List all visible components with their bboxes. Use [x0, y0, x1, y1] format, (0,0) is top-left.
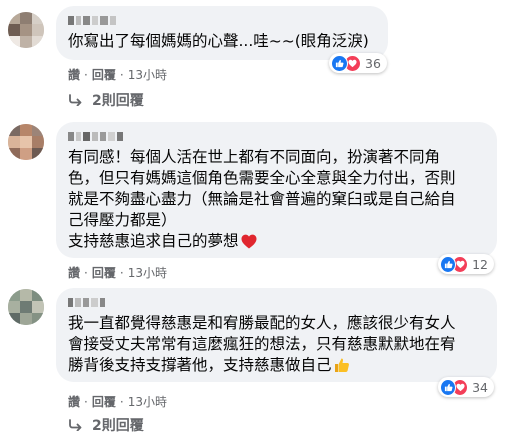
- red-heart-icon: [241, 234, 257, 255]
- like-link[interactable]: 讚: [68, 66, 80, 83]
- like-link[interactable]: 讚: [68, 264, 80, 281]
- avatar[interactable]: [8, 289, 44, 325]
- comment-text-line-4: 己得壓力都是）: [68, 211, 177, 229]
- comment-text-line-3: 就是不夠盡心盡力（無論是社會普遍的窠臼或是自己給自: [68, 190, 456, 208]
- reaction-summary[interactable]: 12: [438, 254, 494, 274]
- like-icon: [440, 255, 457, 273]
- reply-link[interactable]: 回覆: [92, 66, 116, 83]
- reply-link[interactable]: 回覆: [92, 264, 116, 281]
- reaction-summary[interactable]: 36: [329, 53, 387, 73]
- comment-text-line-3-wrap: 勝背後支持支撐著他，支持慈惠做自己: [68, 355, 350, 379]
- view-replies-button[interactable]: 2則回覆: [68, 415, 144, 435]
- reaction-summary[interactable]: 34: [438, 377, 494, 397]
- blurred-author-name[interactable]: [68, 132, 123, 141]
- like-icon: [331, 54, 348, 72]
- blurred-author-name[interactable]: [68, 298, 105, 307]
- comment-actions: 讚 · 回覆 · 13小時: [68, 393, 167, 410]
- reply-link[interactable]: 回覆: [92, 393, 116, 410]
- like-link[interactable]: 讚: [68, 393, 80, 410]
- reaction-count: 12: [472, 256, 488, 272]
- timestamp[interactable]: 13小時: [128, 66, 167, 83]
- thumbs-up-icon: [334, 357, 350, 379]
- replies-label: 2則回覆: [92, 93, 144, 109]
- reply-arrow-icon: [69, 94, 82, 106]
- like-icon: [440, 378, 457, 396]
- timestamp[interactable]: 13小時: [128, 264, 167, 281]
- comment-text: 你寫出了每個媽媽的心聲...哇~~(眼角泛淚): [68, 32, 369, 50]
- comment-actions: 讚 · 回覆 · 13小時: [68, 66, 167, 83]
- comment-actions: 讚 · 回覆 · 13小時: [68, 264, 167, 281]
- comment-text-line-1: 有同感！每個人活在世上都有不同面向，扮演著不同角: [68, 148, 441, 166]
- comment-text-line-3: 勝背後支持支撐著他，支持慈惠做自己: [68, 356, 332, 374]
- timestamp[interactable]: 13小時: [128, 393, 167, 410]
- avatar[interactable]: [8, 12, 44, 48]
- comment-text-line-5-wrap: 支持慈惠追求自己的夢想: [68, 231, 257, 255]
- reply-arrow-icon: [69, 419, 82, 431]
- comment-bubble: 你寫出了每個媽媽的心聲...哇~~(眼角泛淚): [56, 6, 388, 60]
- comment-text-line-1: 我一直都覺得慈惠是和宥勝最配的女人，應該很少有女人: [68, 314, 456, 332]
- replies-label: 2則回覆: [92, 418, 144, 434]
- comment-text-line-2: 會接受丈夫常常有這麼瘋狂的想法，只有慈惠默默地在宥: [68, 335, 456, 353]
- reaction-count: 36: [365, 55, 381, 71]
- comment-text-line-5: 支持慈惠追求自己的夢想: [68, 232, 239, 250]
- blurred-author-name[interactable]: [68, 16, 116, 25]
- view-replies-button[interactable]: 2則回覆: [68, 90, 144, 110]
- comment-text-line-2: 色，但只有媽媽這個角色需要全心全意與全力付出，否則: [68, 169, 456, 187]
- reaction-count: 34: [472, 379, 488, 395]
- comment-bubble: 有同感！每個人活在世上都有不同面向，扮演著不同角 色，但只有媽媽這個角色需要全心…: [56, 122, 497, 258]
- avatar[interactable]: [8, 124, 44, 160]
- comment-bubble: 我一直都覺得慈惠是和宥勝最配的女人，應該很少有女人 會接受丈夫常常有這麼瘋狂的想…: [56, 288, 497, 382]
